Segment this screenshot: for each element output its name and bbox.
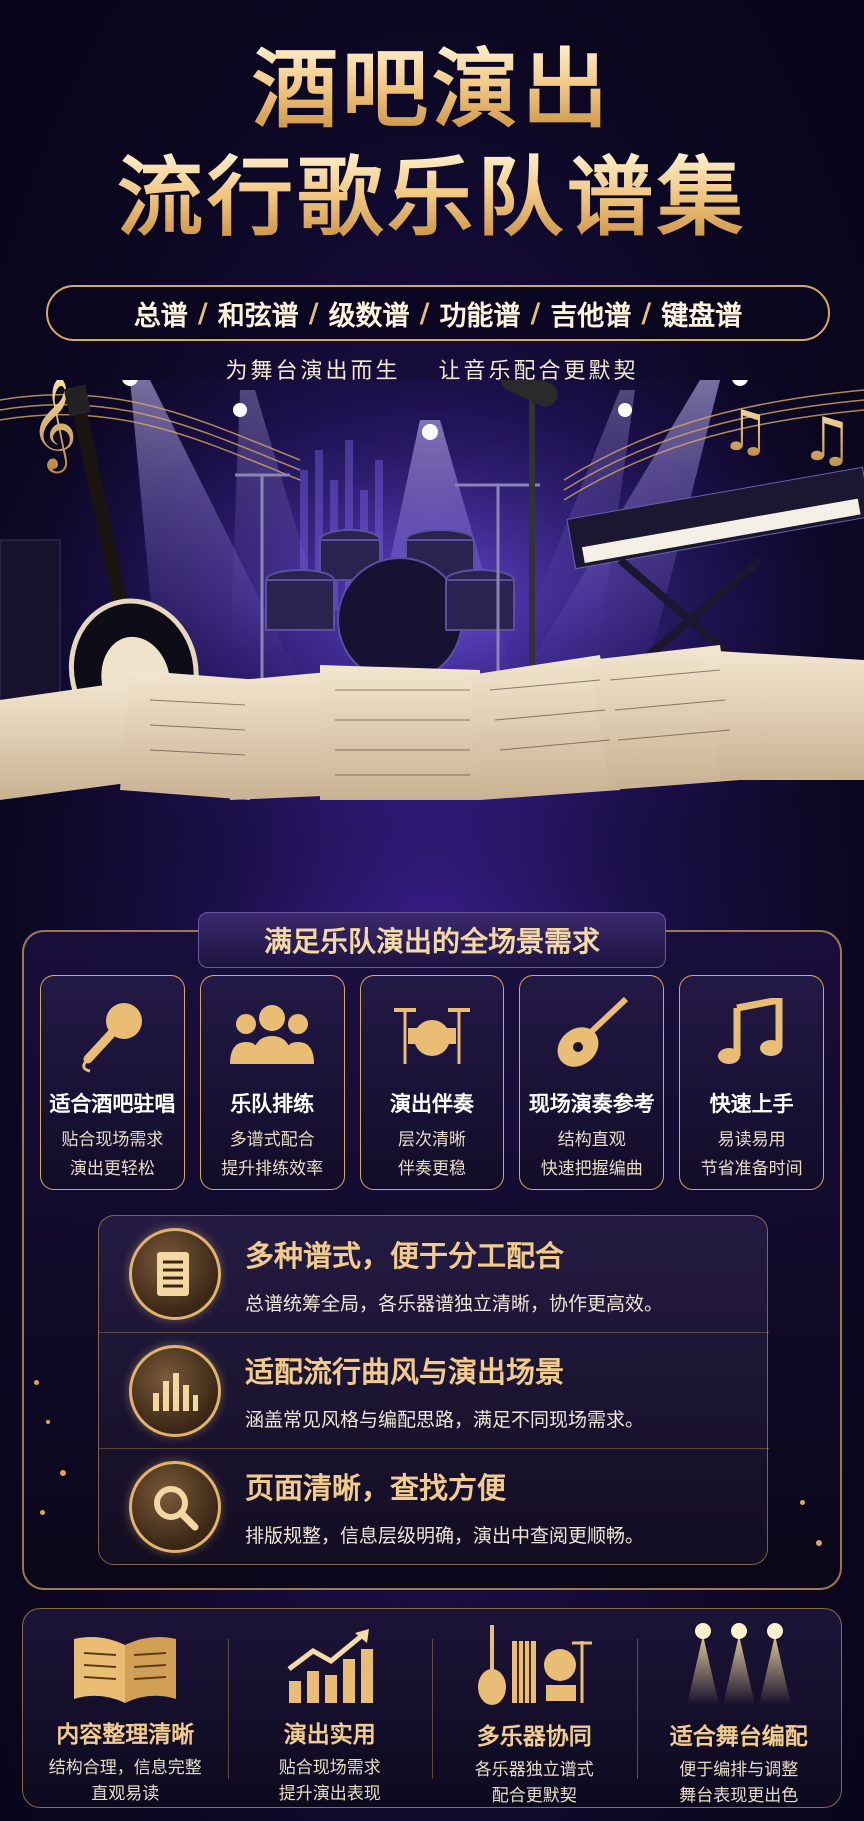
card-desc-line: 演出更轻松	[69, 1159, 155, 1179]
category-label: 键盘谱	[661, 300, 743, 332]
separator: /	[308, 297, 319, 329]
instruments-icon	[474, 1621, 594, 1707]
card-desc-line: 易读易用	[717, 1130, 786, 1150]
card-title: 现场演奏参考	[528, 1092, 655, 1116]
score-type-bar: 总谱 / 和弦谱 / 级数谱 / 功能谱 / 吉他谱 / 键盘谱	[46, 285, 830, 341]
section-heading-text: 满足乐队演出的全场景需求	[263, 925, 600, 958]
benefit-item: 多乐器协同 各乐器独立谱式 配合更默契	[432, 1609, 637, 1807]
benefit-desc: 各乐器独立谱式 配合更默契	[475, 1757, 594, 1809]
svg-text:♫: ♫	[720, 399, 770, 464]
card-desc: 结构直观快速把握编曲	[541, 1126, 643, 1184]
svg-text:♫: ♫	[800, 405, 854, 475]
benefit-item: 适合舞台编配 便于编排与调整 舞台表现更出色	[636, 1609, 842, 1809]
stage-lights-icon	[679, 1621, 799, 1707]
open-book-icon	[70, 1621, 180, 1705]
magnifier-icon	[129, 1460, 221, 1553]
card-desc-line: 伴奏更稳	[397, 1159, 466, 1179]
feature-title: 多种谱式，便于分工配合	[245, 1238, 565, 1273]
feature-desc: 总谱统筹全局，各乐器谱独立清晰，协作更高效。	[245, 1292, 664, 1315]
benefit-desc: 贴合现场需求 提升演出表现	[279, 1755, 381, 1807]
sheet-document-icon	[129, 1228, 221, 1320]
card-desc-line: 多谱式配合	[229, 1130, 315, 1150]
separator: /	[197, 297, 208, 329]
band-people-icon	[229, 990, 315, 1076]
feature-item: 页面清晰，查找方便 排版规整，信息层级明确，演出中查阅更顺畅。	[99, 1448, 769, 1564]
decor-dot	[34, 1380, 39, 1385]
benefit-desc-line: 贴合现场需求	[278, 1758, 381, 1778]
category-label: 吉他谱	[550, 300, 632, 332]
feature-title: 页面清晰，查找方便	[245, 1471, 507, 1505]
music-note-icon	[709, 990, 795, 1076]
decor-dot	[46, 1420, 50, 1424]
tagline-a: 为舞台演出而生	[225, 359, 401, 384]
benefit-desc-line: 便于编排与调整	[679, 1760, 799, 1780]
growth-chart-icon	[285, 1621, 375, 1705]
decor-dot	[60, 1470, 66, 1476]
card-desc: 贴合现场需求 演出更轻松	[61, 1126, 163, 1184]
card-title: 演出伴奏	[389, 1092, 474, 1116]
benefit-desc-line: 直观易读	[91, 1784, 160, 1804]
card-title: 适合酒吧驻唱	[49, 1092, 176, 1116]
benefit-desc-line: 提升演出表现	[278, 1784, 381, 1804]
separator: /	[419, 297, 430, 329]
category-label: 总谱	[133, 300, 188, 332]
scenario-card: 乐队排练 多谱式配合提升排练效率	[199, 975, 345, 1190]
guitar-icon	[549, 990, 635, 1076]
benefit-strip: 内容整理清晰 结构合理，信息完整 直观易读 演出实用 贴合现场需求 提升演出表现 多…	[22, 1608, 842, 1808]
tagline: 为舞台演出而生 让音乐配合更默契	[0, 353, 864, 385]
decor-dot	[800, 1500, 805, 1505]
card-desc-line: 层次清晰	[397, 1130, 466, 1150]
card-title: 快速上手	[709, 1092, 794, 1116]
benefit-desc: 便于编排与调整 舞台表现更出色	[679, 1757, 798, 1809]
card-desc: 多谱式配合提升排练效率	[221, 1126, 323, 1184]
decor-dot	[40, 1510, 45, 1515]
benefit-desc-line: 结构合理，信息完整	[48, 1758, 202, 1778]
card-desc-line: 快速把握编曲	[540, 1159, 643, 1179]
tagline-b: 让音乐配合更默契	[438, 359, 639, 384]
benefit-desc: 结构合理，信息完整 直观易读	[49, 1755, 202, 1807]
benefit-desc-line: 各乐器独立谱式	[474, 1760, 594, 1780]
section-heading: 满足乐队演出的全场景需求	[198, 912, 666, 968]
scenario-card: 演出伴奏 层次清晰伴奏更稳	[359, 975, 505, 1190]
card-desc-line: 贴合现场需求	[61, 1130, 164, 1150]
scenario-card: 现场演奏参考 结构直观快速把握编曲	[519, 975, 665, 1190]
feature-desc: 涵盖常见风格与编配思路，满足不同现场需求。	[245, 1409, 645, 1431]
stage-illustration: 𝄞 ♫ ♫	[0, 380, 864, 920]
drum-kit-icon	[389, 990, 475, 1076]
category-label: 功能谱	[439, 300, 521, 332]
benefit-title: 适合舞台编配	[669, 1724, 808, 1750]
feature-list: 多种谱式，便于分工配合 总谱统筹全局，各乐器谱独立清晰，协作更高效。 适配流行曲…	[98, 1215, 769, 1565]
benefit-title: 多乐器协同	[476, 1724, 592, 1750]
poster: 𝄞 ♫ ♫ 酒吧演出 流行歌乐队谱集 总谱 / 和弦谱 / 级数谱 / 功能谱 …	[0, 0, 864, 1821]
card-desc-line: 结构直观	[557, 1130, 626, 1150]
benefit-title: 内容整理清晰	[56, 1722, 195, 1748]
benefit-title: 演出实用	[283, 1722, 376, 1748]
feature-desc: 排版规整，信息层级明确，演出中查阅更顺畅。	[245, 1525, 645, 1547]
card-desc-line: 节省准备时间	[700, 1159, 803, 1179]
separator: /	[530, 297, 541, 329]
feature-item: 适配流行曲风与演出场景 涵盖常见风格与编配思路，满足不同现场需求。	[99, 1332, 769, 1448]
benefit-item: 内容整理清晰 结构合理，信息完整 直观易读	[23, 1609, 228, 1807]
card-desc: 易读易用节省准备时间	[701, 1126, 803, 1184]
feature-item: 多种谱式，便于分工配合 总谱统筹全局，各乐器谱独立清晰，协作更高效。	[99, 1216, 769, 1332]
category-label: 和弦谱	[217, 300, 299, 332]
decor-dot	[816, 1540, 822, 1546]
title-line-1: 酒吧演出	[0, 40, 864, 140]
separator: /	[641, 297, 652, 329]
card-title: 乐队排练	[230, 1092, 315, 1116]
benefit-item: 演出实用 贴合现场需求 提升演出表现	[227, 1609, 433, 1807]
benefit-desc-line: 配合更默契	[491, 1786, 577, 1806]
microphone-icon	[69, 990, 155, 1076]
scenario-card: 适合酒吧驻唱 贴合现场需求 演出更轻松	[40, 975, 185, 1190]
title-line-2: 流行歌乐队谱集	[0, 148, 864, 248]
category-label: 级数谱	[328, 300, 410, 332]
scenario-card: 快速上手 易读易用节省准备时间	[679, 975, 824, 1190]
card-desc: 层次清晰 伴奏更稳	[398, 1126, 466, 1184]
feature-title: 适配流行曲风与演出场景	[245, 1355, 565, 1389]
card-desc-line: 提升排练效率	[221, 1159, 324, 1179]
benefit-desc-line: 舞台表现更出色	[679, 1786, 799, 1806]
scenario-cards: 适合酒吧驻唱 贴合现场需求 演出更轻松 乐队排练 多谱式配合提升排练效率 演出伴奏…	[40, 975, 824, 1190]
equalizer-bars-icon	[129, 1344, 221, 1437]
